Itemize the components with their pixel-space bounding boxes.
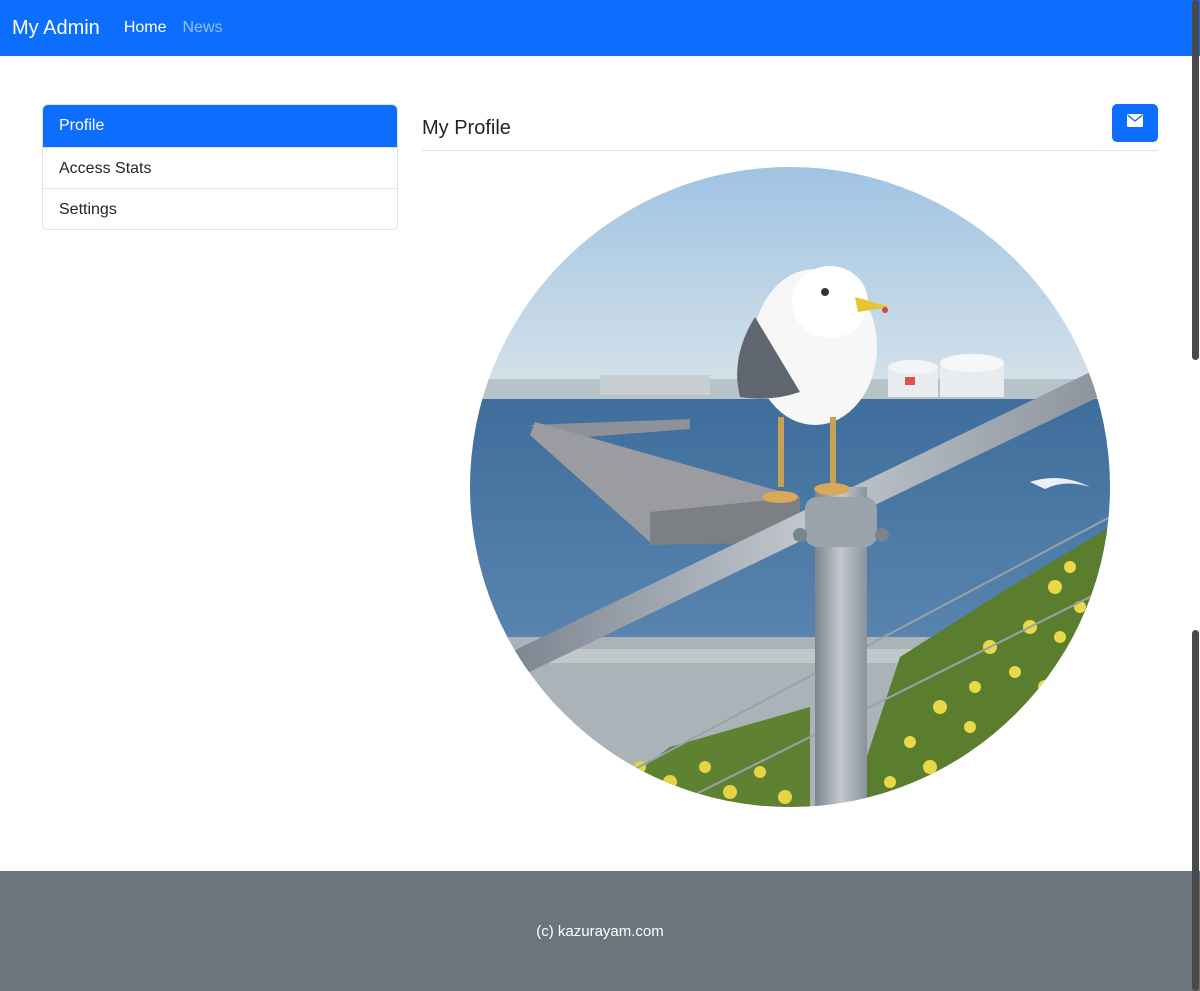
mail-button[interactable] [1112,104,1158,142]
main-content: My Profile [422,104,1158,807]
brand-link[interactable]: My Admin [12,17,100,40]
scrollbar-thumb-bottom[interactable] [1192,630,1199,991]
footer: (c) kazurayam.com [0,871,1200,991]
sidebar-item-access-stats[interactable]: Access Stats [43,147,397,188]
page-scrollbar[interactable] [1191,0,1200,991]
envelope-icon [1127,114,1143,132]
sidebar-item-profile[interactable]: Profile [43,105,397,147]
page-title: My Profile [422,116,511,139]
sidebar-item-settings[interactable]: Settings [43,188,397,229]
profile-photo [470,167,1110,807]
scrollbar-thumb-top[interactable] [1192,0,1199,360]
footer-copyright: (c) kazurayam.com [536,922,664,940]
nav-link-home[interactable]: Home [124,19,167,37]
page-header: My Profile [422,104,1158,151]
nav-link-news[interactable]: News [183,19,223,37]
top-navbar: My Admin Home News [0,0,1200,56]
sidebar-list: Profile Access Stats Settings [42,104,398,230]
